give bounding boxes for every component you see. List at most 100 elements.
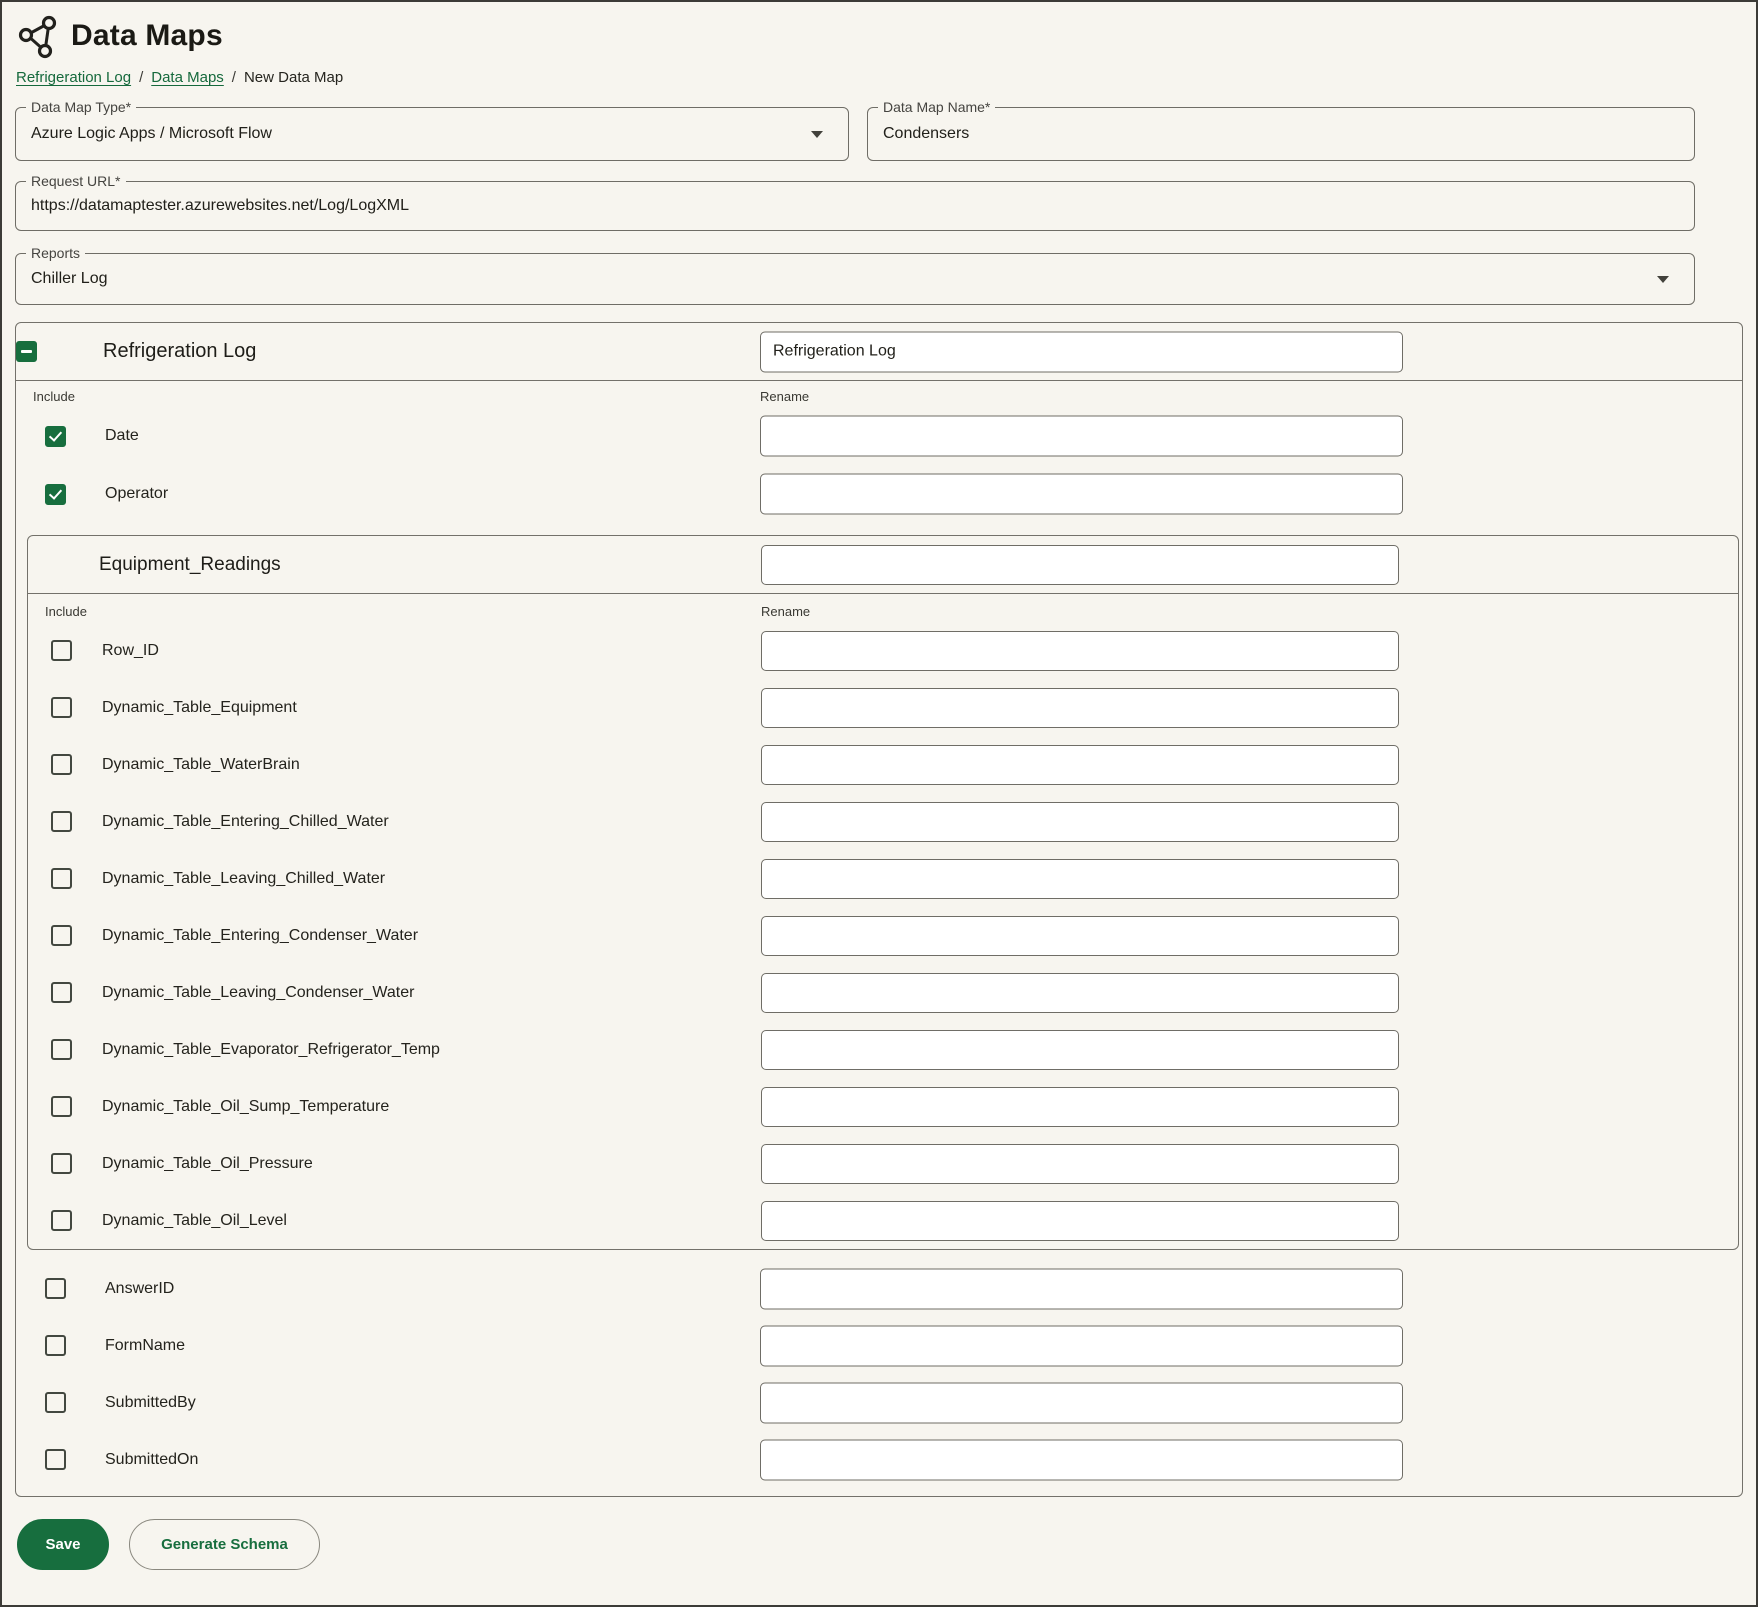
field-label: Dynamic_Table_Entering_Condenser_Water [102,927,418,945]
rename-input[interactable] [761,688,1399,728]
data-map-name-label: Data Map Name* [878,99,995,115]
field-label: Dynamic_Table_Evaporator_Refrigerator_Te… [102,1041,440,1059]
include-checkbox[interactable] [45,1335,66,1356]
include-checkbox[interactable] [51,697,72,718]
field-label: FormName [105,1337,185,1355]
data-maps-icon [17,13,59,59]
rename-input[interactable] [760,416,1403,457]
generate-schema-button[interactable]: Generate Schema [129,1519,320,1570]
field-row: Dynamic_Table_Evaporator_Refrigerator_Te… [28,1021,1738,1078]
equipment-readings-field-list: Row_ID Dynamic_Table_Equipment Dynamic_T… [28,622,1738,1249]
refrigeration-log-title: Refrigeration Log [103,340,256,363]
field-label: Date [105,427,139,445]
breadcrumb-link-refrigeration-log[interactable]: Refrigeration Log [16,69,131,86]
refrigeration-log-rename-input[interactable] [760,331,1403,372]
field-label: Row_ID [102,642,159,660]
rename-input[interactable] [760,1325,1403,1366]
field-row: Row_ID [28,622,1738,679]
rename-input[interactable] [761,1201,1399,1241]
field-label: Dynamic_Table_Equipment [102,699,297,717]
rename-input[interactable] [761,916,1399,956]
chevron-down-icon[interactable] [811,131,823,138]
rename-input[interactable] [761,973,1399,1013]
include-checkbox[interactable] [45,1392,66,1413]
include-checkbox[interactable] [51,640,72,661]
include-checkbox[interactable] [51,1039,72,1060]
include-checkbox[interactable] [51,1153,72,1174]
field-row: Dynamic_Table_Leaving_Chilled_Water [28,850,1738,907]
field-label: Dynamic_Table_Entering_Chilled_Water [102,813,389,831]
rename-column-label: Rename [761,604,810,619]
rename-input[interactable] [760,1439,1403,1480]
include-checkbox[interactable] [51,925,72,946]
rename-input[interactable] [760,1268,1403,1309]
field-row: Dynamic_Table_Oil_Sump_Temperature [28,1078,1738,1135]
breadcrumb-separator: / [232,69,236,86]
field-label: SubmittedBy [105,1394,196,1412]
refrigeration-log-panel: Refrigeration Log Include Rename Date Op… [15,322,1743,1497]
breadcrumb-current: New Data Map [244,69,343,86]
field-row: AnswerID [16,1260,1742,1317]
metadata-field-list: AnswerID FormName SubmittedBy SubmittedO… [16,1260,1742,1496]
equipment-readings-rename-input[interactable] [761,545,1399,585]
rename-input[interactable] [761,1087,1399,1127]
rename-input[interactable] [761,802,1399,842]
request-url-label: Request URL* [26,173,126,189]
field-label: Dynamic_Table_Leaving_Condenser_Water [102,984,414,1002]
rename-input[interactable] [760,474,1403,515]
request-url-value: https://datamaptester.azurewebsites.net/… [31,197,409,215]
field-label: Dynamic_Table_Leaving_Chilled_Water [102,870,385,888]
field-label: Dynamic_Table_Oil_Pressure [102,1155,313,1173]
rename-input[interactable] [761,859,1399,899]
field-label: Operator [105,485,168,503]
form-row-top: Data Map Type* Azure Logic Apps / Micros… [15,107,1695,161]
include-column-label: Include [33,389,75,404]
field-row: Dynamic_Table_Leaving_Condenser_Water [28,964,1738,1021]
reports-label: Reports [26,245,85,261]
data-map-type-value: Azure Logic Apps / Microsoft Flow [31,125,272,143]
page-title: Data Maps [71,19,223,53]
refrigeration-log-header: Refrigeration Log [16,323,1742,381]
reports-value: Chiller Log [31,270,107,288]
field-row: Dynamic_Table_Entering_Chilled_Water [28,793,1738,850]
equipment-readings-title: Equipment_Readings [99,554,281,576]
data-map-name-field[interactable]: Data Map Name* Condensers [867,107,1695,161]
field-label: SubmittedOn [105,1451,198,1469]
include-checkbox[interactable] [45,484,66,505]
data-map-type-select[interactable]: Data Map Type* Azure Logic Apps / Micros… [15,107,849,161]
include-checkbox[interactable] [45,1278,66,1299]
data-map-type-label: Data Map Type* [26,99,136,115]
breadcrumb-link-data-maps[interactable]: Data Maps [151,69,224,86]
field-row: Dynamic_Table_Equipment [28,679,1738,736]
breadcrumb-separator: / [139,69,143,86]
chevron-down-icon[interactable] [1657,276,1669,283]
field-row: FormName [16,1317,1742,1374]
include-checkbox[interactable] [51,868,72,889]
rename-input[interactable] [761,745,1399,785]
field-label: AnswerID [105,1280,174,1298]
include-checkbox[interactable] [51,1096,72,1117]
rename-input[interactable] [761,631,1399,671]
request-url-field[interactable]: Request URL* https://datamaptester.azure… [15,181,1695,231]
rename-input[interactable] [761,1030,1399,1070]
rename-input[interactable] [761,1144,1399,1184]
action-bar: Save Generate Schema [17,1519,1743,1570]
include-all-checkbox[interactable] [16,341,37,362]
include-checkbox[interactable] [51,982,72,1003]
include-checkbox[interactable] [45,426,66,447]
reports-select[interactable]: Reports Chiller Log [15,253,1695,305]
include-checkbox[interactable] [45,1449,66,1470]
breadcrumb: Refrigeration Log / Data Maps / New Data… [16,69,1743,86]
field-row: Operator [16,465,1742,523]
field-label: Dynamic_Table_Oil_Level [102,1212,287,1230]
field-row: Dynamic_Table_Oil_Pressure [28,1135,1738,1192]
include-checkbox[interactable] [51,1210,72,1231]
data-map-name-value: Condensers [883,125,969,143]
field-row: Dynamic_Table_Entering_Condenser_Water [28,907,1738,964]
save-button[interactable]: Save [17,1519,109,1570]
field-row: Date [16,407,1742,465]
rename-input[interactable] [760,1382,1403,1423]
include-checkbox[interactable] [51,811,72,832]
include-checkbox[interactable] [51,754,72,775]
column-labels: Include Rename [28,594,1738,622]
